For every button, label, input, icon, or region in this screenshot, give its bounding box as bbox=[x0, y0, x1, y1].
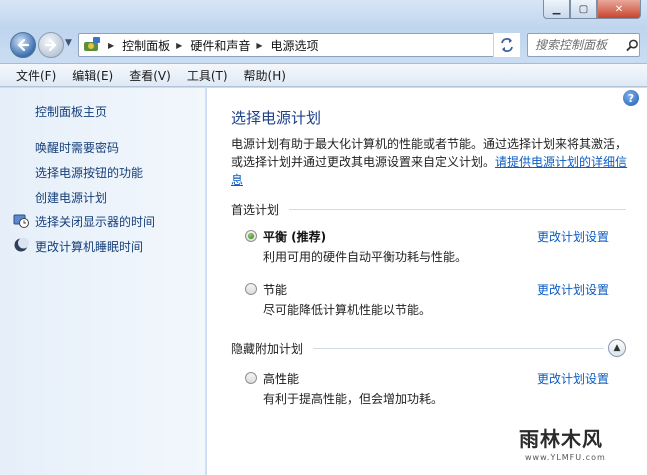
back-button[interactable] bbox=[10, 32, 36, 58]
plan-radio[interactable] bbox=[245, 230, 257, 242]
monitor-clock-icon bbox=[13, 214, 29, 228]
sidebar-link-display-off[interactable]: 选择关闭显示器的时间 bbox=[35, 213, 155, 230]
refresh-icon bbox=[501, 38, 513, 52]
breadcrumb-control-panel[interactable]: 控制面板 ▶ bbox=[122, 37, 190, 54]
maximize-button[interactable]: ▢ bbox=[570, 0, 597, 19]
minimize-button[interactable]: ▁ bbox=[543, 0, 570, 19]
recent-pages-dropdown[interactable]: ▼ bbox=[65, 38, 72, 48]
caption-buttons: ▁ ▢ ✕ bbox=[543, 0, 641, 19]
search-box[interactable] bbox=[527, 33, 640, 57]
control-panel-icon bbox=[84, 37, 100, 51]
plan-description: 尽可能降低计算机性能以节能。 bbox=[263, 303, 432, 317]
arrow-left-icon bbox=[17, 38, 30, 52]
arrow-right-icon bbox=[44, 38, 57, 52]
page-description: 电源计划有助于最大化计算机的性能或者节能。通过选择计划来将其激活，或选择计划并通… bbox=[231, 137, 628, 187]
menu-edit[interactable]: 编辑(E) bbox=[64, 67, 121, 84]
change-plan-settings-link[interactable]: 更改计划设置 bbox=[537, 281, 609, 298]
sidebar-link-sleep-time[interactable]: 更改计算机睡眠时间 bbox=[35, 238, 143, 255]
breadcrumb-power-options[interactable]: 电源选项 bbox=[271, 37, 319, 54]
plan-name[interactable]: 高性能 bbox=[263, 370, 299, 387]
refresh-button[interactable] bbox=[493, 33, 520, 57]
menu-file[interactable]: 文件(F) bbox=[0, 67, 64, 84]
menu-tools[interactable]: 工具(T) bbox=[179, 67, 236, 84]
plan-radio[interactable] bbox=[245, 283, 257, 295]
change-plan-settings-link[interactable]: 更改计划设置 bbox=[537, 228, 609, 245]
sidebar-link-create-plan[interactable]: 创建电源计划 bbox=[35, 189, 107, 206]
search-input[interactable] bbox=[535, 38, 623, 52]
plan-name[interactable]: 平衡 (推荐) bbox=[263, 228, 326, 245]
address-bar[interactable]: ▶ 控制面板▶ 硬件和声音▶ 电源选项 ▼ bbox=[78, 33, 520, 57]
watermark-text: 雨林木风 bbox=[519, 427, 603, 451]
watermark-url: www.YLMFU.com bbox=[525, 453, 606, 462]
hidden-plans-header[interactable]: 隐藏附加计划 ▲ bbox=[231, 339, 626, 357]
menu-bar: 文件(F) 编辑(E) 查看(V) 工具(T) 帮助(H) bbox=[0, 63, 647, 87]
sidebar-link-wake-password[interactable]: 唤醒时需要密码 bbox=[35, 139, 119, 156]
preferred-plans-header: 首选计划 bbox=[231, 201, 626, 218]
forward-button[interactable] bbox=[38, 32, 64, 58]
watermark: 雨林木风 www.YLMFU.com bbox=[511, 409, 641, 467]
breadcrumb-separator-icon[interactable]: ▶ bbox=[108, 41, 114, 50]
menu-view[interactable]: 查看(V) bbox=[121, 67, 179, 84]
breadcrumb-separator-icon[interactable]: ▶ bbox=[176, 41, 182, 50]
collapse-icon[interactable]: ▲ bbox=[608, 339, 626, 357]
plan-name[interactable]: 节能 bbox=[263, 281, 287, 298]
change-plan-settings-link[interactable]: 更改计划设置 bbox=[537, 370, 609, 387]
page-title: 选择电源计划 bbox=[231, 109, 322, 127]
plan-radio[interactable] bbox=[245, 372, 257, 384]
help-icon[interactable]: ? bbox=[623, 90, 639, 106]
menu-help[interactable]: 帮助(H) bbox=[236, 67, 294, 84]
moon-icon bbox=[14, 237, 29, 252]
sidebar: 控制面板主页 唤醒时需要密码 选择电源按钮的功能 创建电源计划 选择关闭显示器的… bbox=[0, 88, 206, 475]
breadcrumb-separator-icon[interactable]: ▶ bbox=[256, 41, 262, 50]
plan-description: 有利于提高性能，但会增加功耗。 bbox=[263, 392, 444, 406]
breadcrumb-hardware-sound[interactable]: 硬件和声音 ▶ bbox=[190, 37, 270, 54]
sidebar-link-power-buttons[interactable]: 选择电源按钮的功能 bbox=[35, 164, 143, 181]
plan-description: 利用可用的硬件自动平衡功耗与性能。 bbox=[263, 250, 468, 264]
search-icon[interactable] bbox=[626, 38, 639, 52]
sidebar-home-link[interactable]: 控制面板主页 bbox=[35, 103, 107, 120]
window: ▁ ▢ ✕ ▼ ▶ 控制面板▶ 硬件和声音▶ 电源选项 ▼ bbox=[0, 0, 647, 475]
close-button[interactable]: ✕ bbox=[597, 0, 641, 19]
